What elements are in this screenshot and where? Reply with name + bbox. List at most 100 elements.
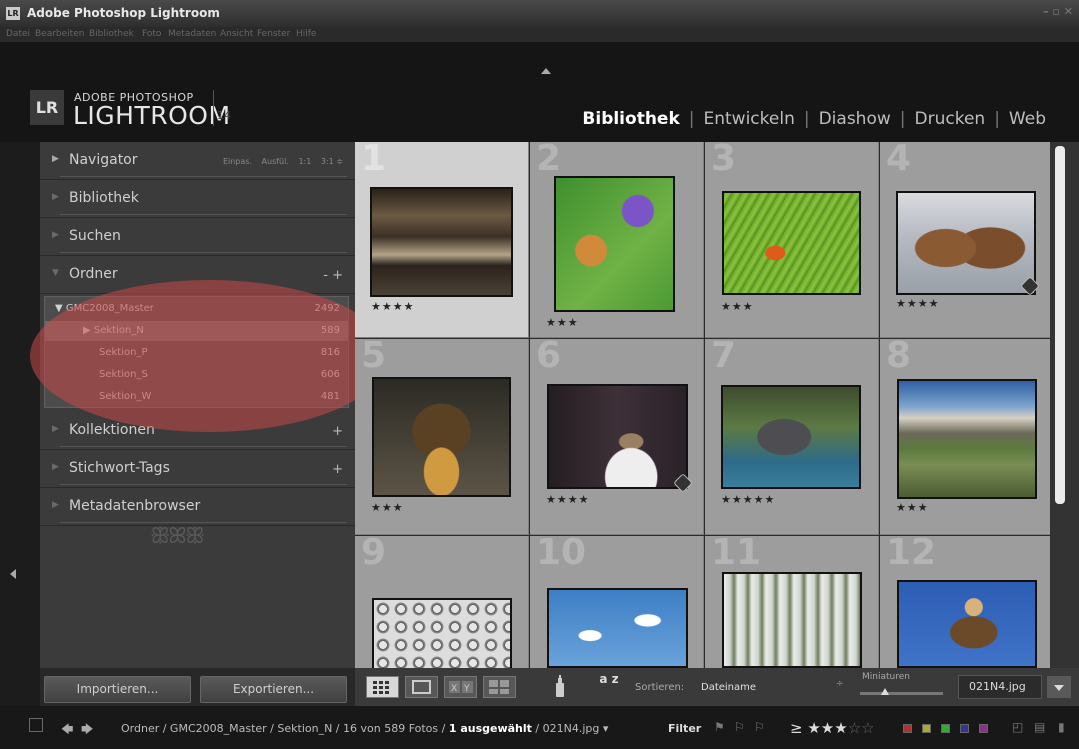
sort-select[interactable]: Dateiname (701, 682, 756, 693)
star-rating[interactable]: ★★★ (721, 300, 754, 313)
grid-cell[interactable]: 12 (880, 536, 1050, 668)
grid-scrollbar[interactable] (1050, 142, 1079, 668)
photo-thumbnail[interactable] (372, 377, 511, 497)
window-controls[interactable]: – ▫ ✕ (1043, 5, 1073, 18)
menu-foto[interactable]: Foto (142, 29, 161, 39)
grid-cell[interactable]: 10 (530, 536, 704, 668)
star-rating[interactable]: ★★★ (371, 501, 404, 514)
slider-knob-icon[interactable] (880, 688, 889, 695)
collapse-left-panel-icon[interactable] (10, 569, 16, 579)
module-diashow[interactable]: Diashow (819, 109, 891, 129)
star-rating[interactable]: ★★★★ (371, 300, 414, 313)
panel-navigator[interactable]: ▶ Navigator Einpas. Ausfül. 1:1 3:1 ≑ (40, 142, 355, 180)
filename-dropdown[interactable]: 021N4.jpg (958, 675, 1042, 699)
red-label-filter-icon[interactable] (903, 724, 912, 733)
ordner-add-remove-button[interactable]: - + (323, 268, 343, 283)
panel-bibliothek[interactable]: ▶ Bibliothek (40, 180, 355, 218)
grid-cell[interactable]: 8 ★★★ (880, 339, 1050, 535)
grid-cell[interactable]: 11 (705, 536, 879, 668)
zoom-3-1[interactable]: 3:1 ≑ (321, 157, 343, 166)
collapse-top-panel-icon[interactable] (541, 68, 551, 74)
grid-cell[interactable]: 3 ★★★ (705, 142, 879, 338)
photo-thumbnail[interactable] (897, 379, 1037, 499)
grid-cell[interactable]: 7 ★★★★★ (705, 339, 879, 535)
sort-direction-icon[interactable]: a z (593, 673, 625, 701)
menu-bearbeiten[interactable]: Bearbeiten (35, 29, 84, 39)
photo-thumbnail[interactable] (370, 187, 513, 297)
grid-cell[interactable]: 6 ★★★★ (530, 339, 704, 535)
custom-filter-icon[interactable]: ◰ (1012, 720, 1023, 734)
module-web[interactable]: Web (1009, 109, 1046, 129)
menu-datei[interactable]: Datei (6, 29, 30, 39)
folder-item[interactable]: Sektion_S 606 (45, 365, 348, 385)
panel-ordner[interactable]: ▼ Ordner - + (40, 256, 355, 294)
panel-metadatenbrowser[interactable]: ▶ Metadatenbrowser (40, 488, 355, 526)
photo-thumbnail[interactable] (722, 191, 861, 295)
photo-thumbnail[interactable] (896, 191, 1036, 295)
breadcrumb[interactable]: Ordner / GMC2008_Master / Sektion_N / 16… (121, 722, 608, 735)
menu-metadaten[interactable]: Metadaten (168, 29, 216, 39)
zoom-fit[interactable]: Einpas. (223, 157, 252, 166)
photo-thumbnail[interactable] (722, 572, 862, 668)
compare-view-button[interactable]: XY (444, 676, 477, 698)
photo-thumbnail[interactable] (554, 176, 675, 312)
spray-can-icon[interactable] (553, 675, 567, 699)
menu-fenster[interactable]: Fenster (257, 29, 290, 39)
loupe-view-button[interactable] (405, 676, 438, 698)
menu-ansicht[interactable]: Ansicht (220, 29, 253, 39)
rejected-flag-icon[interactable]: ⚐ (754, 720, 765, 734)
grid-cell[interactable]: 9 (355, 536, 529, 668)
scrollbar-thumb[interactable] (1055, 146, 1065, 504)
module-entwickeln[interactable]: Entwickeln (704, 109, 795, 129)
green-label-filter-icon[interactable] (941, 724, 950, 733)
photo-thumbnail[interactable] (897, 580, 1037, 668)
stichwort-add-button[interactable]: + (332, 462, 343, 477)
module-bibliothek[interactable]: Bibliothek (582, 109, 679, 129)
star-rating[interactable]: ★★★ (896, 501, 929, 514)
photo-thumbnail[interactable] (372, 598, 512, 668)
photo-thumbnail[interactable] (547, 384, 688, 489)
purple-label-filter-icon[interactable] (979, 724, 988, 733)
star-rating[interactable]: ★★★★ (546, 493, 589, 506)
photo-thumbnail[interactable] (721, 385, 861, 489)
grid-cell[interactable]: 5 ★★★ (355, 339, 529, 535)
thumbnail-size-slider[interactable] (860, 692, 943, 695)
forward-arrow-icon[interactable]: 🡆 (81, 720, 93, 741)
module-drucken[interactable]: Drucken (915, 109, 986, 129)
star-rating[interactable]: ★★★ (546, 316, 579, 329)
star-rating[interactable]: ★★★★★ (721, 493, 775, 506)
back-arrow-icon[interactable]: 🡄 (61, 720, 73, 741)
zoom-1-1[interactable]: 1:1 (298, 157, 311, 166)
cell-index: 9 (361, 536, 387, 573)
sort-dropdown-icon[interactable]: ÷ (836, 679, 844, 689)
grid-cell[interactable]: 1 ★★★★ (355, 142, 529, 338)
yellow-label-filter-icon[interactable] (922, 724, 931, 733)
grid-cell[interactable]: 2 ★★★ (530, 142, 704, 338)
panel-kollektionen[interactable]: ▶ Kollektionen + (40, 412, 355, 450)
photo-thumbnail[interactable] (547, 588, 688, 668)
toolbar-menu-button[interactable] (1047, 676, 1071, 698)
unflagged-icon[interactable]: ⚐ (734, 720, 745, 734)
filter-switch-icon[interactable]: ▮ (1058, 720, 1065, 734)
kollektionen-add-button[interactable]: + (332, 424, 343, 439)
blue-label-filter-icon[interactable] (960, 724, 969, 733)
folder-root[interactable]: ▼ GMC2008_Master 2492 (45, 299, 348, 319)
grid-view-button[interactable] (366, 676, 399, 698)
folder-item[interactable]: Sektion_P 816 (45, 343, 348, 363)
menu-hilfe[interactable]: Hilfe (296, 29, 316, 39)
filter-lock-icon[interactable]: ▤ (1034, 720, 1045, 734)
import-button[interactable]: Importieren... (44, 676, 191, 703)
panel-suchen[interactable]: ▶ Suchen (40, 218, 355, 256)
survey-view-button[interactable] (483, 676, 516, 698)
grid-cell[interactable]: 4 ★★★★ (880, 142, 1050, 338)
folder-item[interactable]: ▶ Sektion_N 589 (45, 321, 348, 341)
zoom-fill[interactable]: Ausfül. (262, 157, 289, 166)
folder-item[interactable]: Sektion_W 481 (45, 387, 348, 407)
rating-filter[interactable]: ≥ ★★★☆☆ (790, 719, 875, 737)
panel-stichwort-tags[interactable]: ▶ Stichwort-Tags + (40, 450, 355, 488)
export-button[interactable]: Exportieren... (200, 676, 347, 703)
filmstrip-grid-icon[interactable] (29, 718, 43, 732)
star-rating[interactable]: ★★★★ (896, 297, 939, 310)
menu-bibliothek[interactable]: Bibliothek (89, 29, 134, 39)
flag-icon[interactable]: ⚑ (714, 720, 725, 734)
